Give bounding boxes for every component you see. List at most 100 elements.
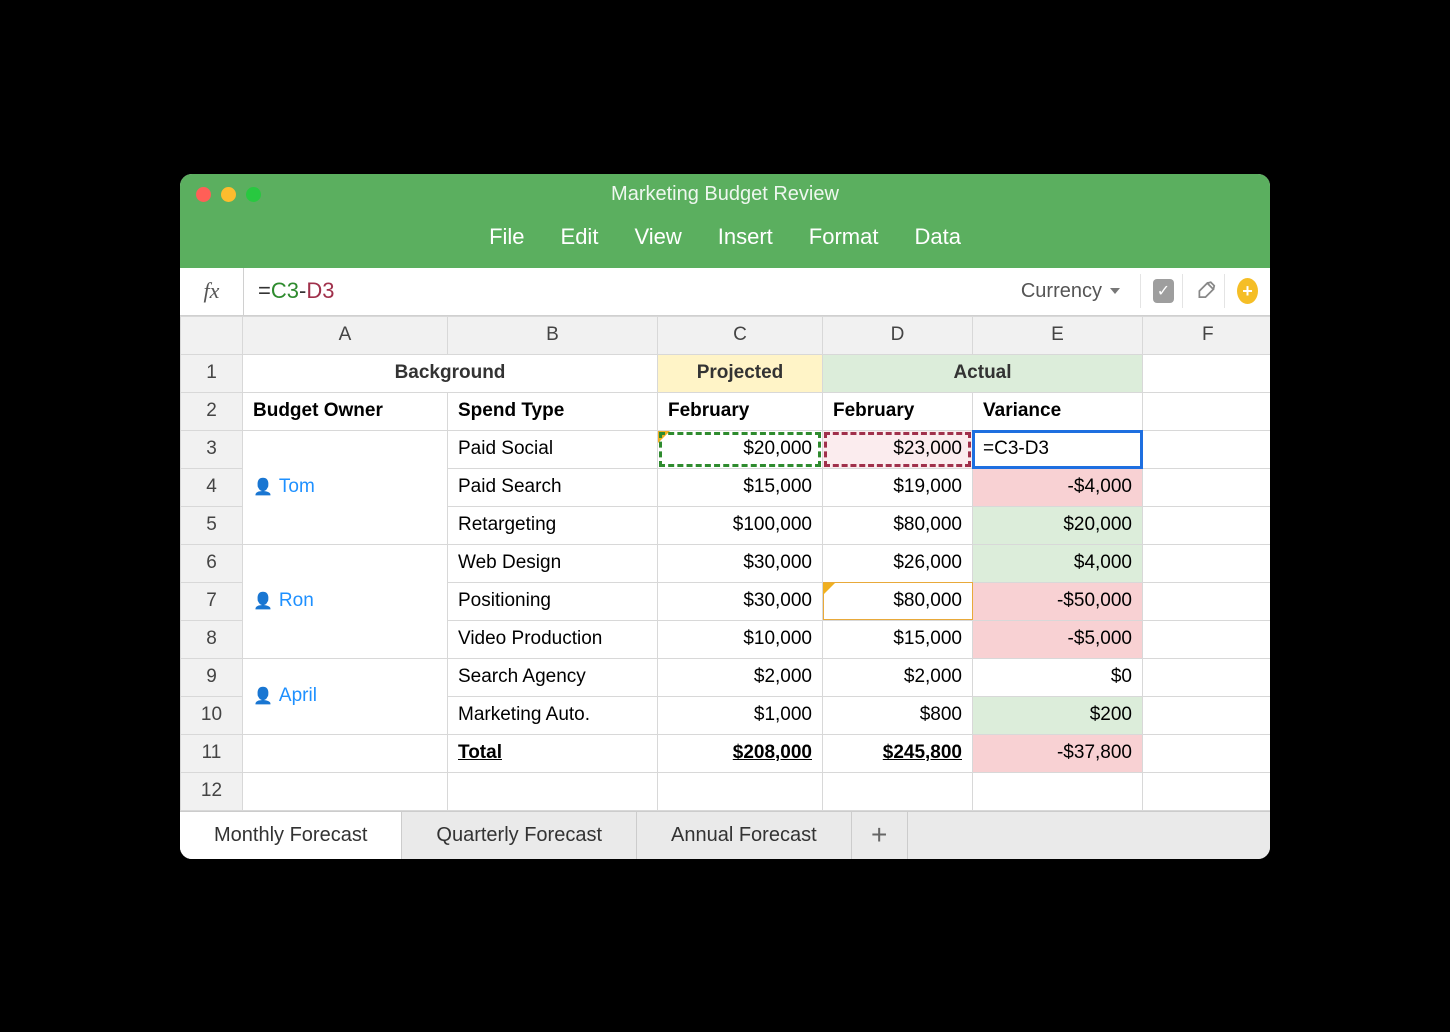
row-header-1[interactable]: 1 — [181, 354, 243, 392]
cell-c5[interactable]: $100,000 — [658, 506, 823, 544]
col-header-e[interactable]: E — [973, 316, 1143, 354]
cell-a11[interactable] — [243, 734, 448, 772]
cell-d12[interactable] — [823, 772, 973, 810]
cell-f4[interactable] — [1143, 468, 1271, 506]
cell-c4[interactable]: $15,000 — [658, 468, 823, 506]
tab-monthly[interactable]: Monthly Forecast — [180, 812, 402, 859]
cell-f9[interactable] — [1143, 658, 1271, 696]
cell-f2[interactable] — [1143, 392, 1271, 430]
cell-f3[interactable] — [1143, 430, 1271, 468]
cell-spend-type[interactable]: Spend Type — [448, 392, 658, 430]
minimize-button[interactable] — [221, 187, 236, 202]
menu-file[interactable]: File — [489, 224, 524, 250]
row-header-7[interactable]: 7 — [181, 582, 243, 620]
cell-b8[interactable]: Video Production — [448, 620, 658, 658]
tab-quarterly[interactable]: Quarterly Forecast — [402, 812, 637, 859]
cell-b7[interactable]: Positioning — [448, 582, 658, 620]
cell-f10[interactable] — [1143, 696, 1271, 734]
menu-insert[interactable]: Insert — [718, 224, 773, 250]
row-header-3[interactable]: 3 — [181, 430, 243, 468]
row-header-4[interactable]: 4 — [181, 468, 243, 506]
cell-c10[interactable]: $1,000 — [658, 696, 823, 734]
cell-e10[interactable]: $200 — [973, 696, 1143, 734]
row-header-2[interactable]: 2 — [181, 392, 243, 430]
cell-total-label[interactable]: Total — [448, 734, 658, 772]
format-painter-button[interactable] — [1182, 274, 1216, 308]
cell-f11[interactable] — [1143, 734, 1271, 772]
cell-b12[interactable] — [448, 772, 658, 810]
row-header-10[interactable]: 10 — [181, 696, 243, 734]
col-header-b[interactable]: B — [448, 316, 658, 354]
fx-icon[interactable]: fx — [180, 268, 244, 315]
cell-c8[interactable]: $10,000 — [658, 620, 823, 658]
owner-link-april[interactable]: 👤 April — [253, 685, 437, 707]
menu-edit[interactable]: Edit — [561, 224, 599, 250]
cell-actual-header[interactable]: Actual — [823, 354, 1143, 392]
row-header-11[interactable]: 11 — [181, 734, 243, 772]
cell-f8[interactable] — [1143, 620, 1271, 658]
cell-owner-tom[interactable]: 👤 Tom — [243, 430, 448, 544]
cell-f6[interactable] — [1143, 544, 1271, 582]
cell-total-proj[interactable]: $208,000 — [658, 734, 823, 772]
row-header-9[interactable]: 9 — [181, 658, 243, 696]
cell-d3[interactable]: $23,000 — [823, 430, 973, 468]
cell-d7[interactable]: $80,000 — [823, 582, 973, 620]
cell-f5[interactable] — [1143, 506, 1271, 544]
cell-e7[interactable]: -$50,000 — [973, 582, 1143, 620]
cell-e5[interactable]: $20,000 — [973, 506, 1143, 544]
cell-b10[interactable]: Marketing Auto. — [448, 696, 658, 734]
zoom-button[interactable] — [246, 187, 261, 202]
row-header-12[interactable]: 12 — [181, 772, 243, 810]
row-header-8[interactable]: 8 — [181, 620, 243, 658]
cell-e8[interactable]: -$5,000 — [973, 620, 1143, 658]
cell-d6[interactable]: $26,000 — [823, 544, 973, 582]
cell-total-act[interactable]: $245,800 — [823, 734, 973, 772]
cell-variance[interactable]: Variance — [973, 392, 1143, 430]
cell-b6[interactable]: Web Design — [448, 544, 658, 582]
cell-b4[interactable]: Paid Search — [448, 468, 658, 506]
cell-c3[interactable]: $20,000 — [658, 430, 823, 468]
cell-e9[interactable]: $0 — [973, 658, 1143, 696]
col-header-a[interactable]: A — [243, 316, 448, 354]
menu-view[interactable]: View — [634, 224, 681, 250]
cell-projected-header[interactable]: Projected — [658, 354, 823, 392]
menu-format[interactable]: Format — [809, 224, 879, 250]
cell-d8[interactable]: $15,000 — [823, 620, 973, 658]
col-header-f[interactable]: F — [1143, 316, 1271, 354]
cell-e3-active[interactable]: =C3-D3 — [973, 430, 1143, 468]
cell-owner-april[interactable]: 👤 April — [243, 658, 448, 734]
add-sheet-button[interactable]: + — [852, 812, 908, 859]
cell-c6[interactable]: $30,000 — [658, 544, 823, 582]
cell-e12[interactable] — [973, 772, 1143, 810]
cell-feb-act[interactable]: February — [823, 392, 973, 430]
row-header-6[interactable]: 6 — [181, 544, 243, 582]
cell-c9[interactable]: $2,000 — [658, 658, 823, 696]
cell-background-header[interactable]: Background — [243, 354, 658, 392]
cell-c12[interactable] — [658, 772, 823, 810]
cell-budget-owner[interactable]: Budget Owner — [243, 392, 448, 430]
col-header-d[interactable]: D — [823, 316, 973, 354]
number-format-select[interactable]: Currency — [1009, 280, 1132, 303]
cell-e4[interactable]: -$4,000 — [973, 468, 1143, 506]
cell-total-var[interactable]: -$37,800 — [973, 734, 1143, 772]
cell-d4[interactable]: $19,000 — [823, 468, 973, 506]
cell-a12[interactable] — [243, 772, 448, 810]
menu-data[interactable]: Data — [914, 224, 960, 250]
row-header-5[interactable]: 5 — [181, 506, 243, 544]
cell-b3[interactable]: Paid Social — [448, 430, 658, 468]
add-comment-button[interactable] — [1224, 274, 1258, 308]
cell-f7[interactable] — [1143, 582, 1271, 620]
cell-d5[interactable]: $80,000 — [823, 506, 973, 544]
formula-input[interactable]: =C3-D3 — [244, 278, 1009, 304]
cell-b9[interactable]: Search Agency — [448, 658, 658, 696]
owner-link-tom[interactable]: 👤 Tom — [253, 476, 437, 498]
owner-link-ron[interactable]: 👤 Ron — [253, 590, 437, 612]
cell-f12[interactable] — [1143, 772, 1271, 810]
cell-owner-ron[interactable]: 👤 Ron — [243, 544, 448, 658]
cell-feb-proj[interactable]: February — [658, 392, 823, 430]
col-header-c[interactable]: C — [658, 316, 823, 354]
corner-cell[interactable] — [181, 316, 243, 354]
cell-c7[interactable]: $30,000 — [658, 582, 823, 620]
cell-d10[interactable]: $800 — [823, 696, 973, 734]
cell-e6[interactable]: $4,000 — [973, 544, 1143, 582]
